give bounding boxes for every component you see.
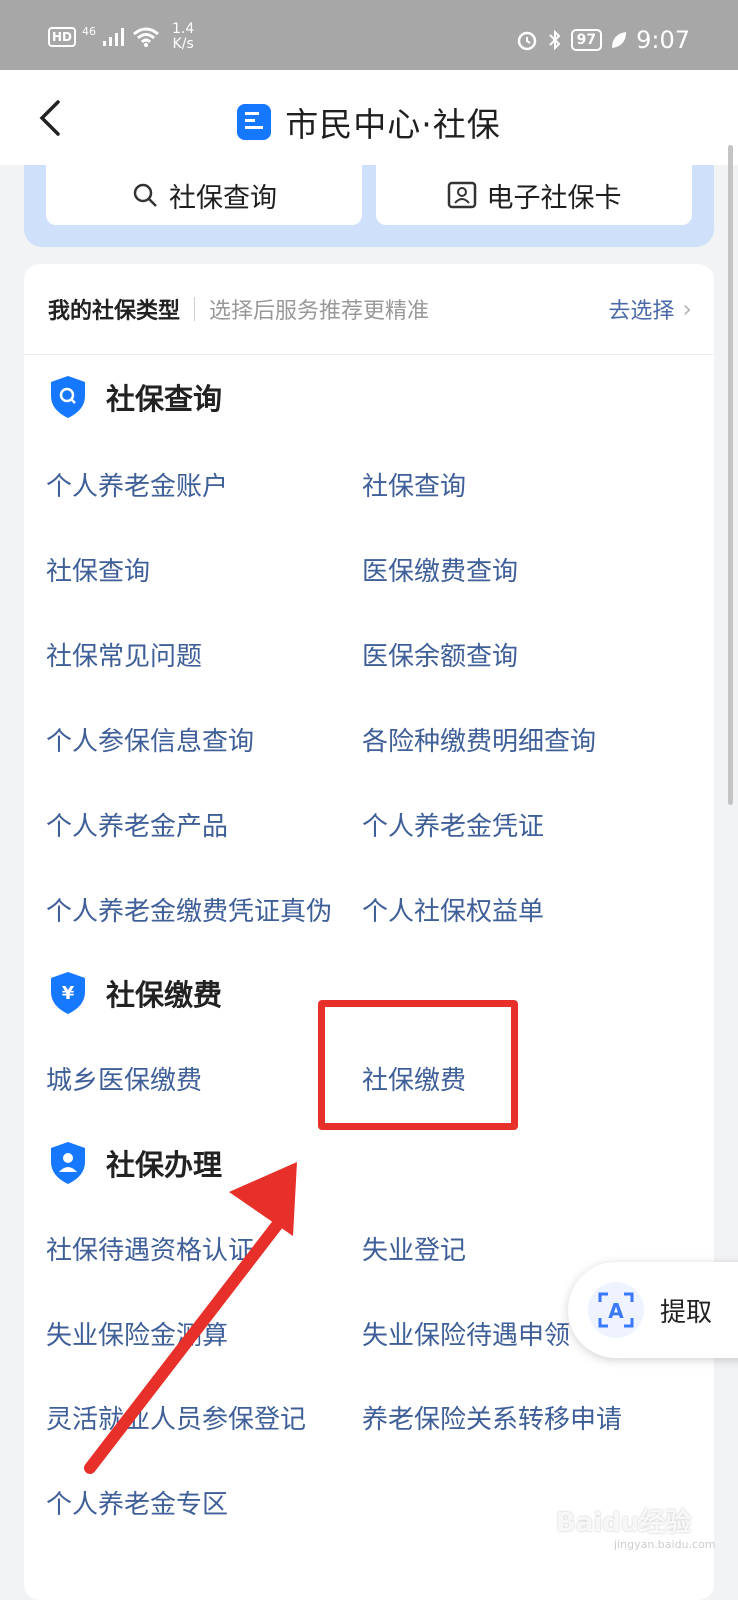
highlight-box [318,1000,518,1130]
service-link[interactable]: 社保查询 [362,466,466,503]
speed-unit: K/s [172,36,194,52]
svg-text:A: A [608,1299,624,1323]
app-header: 市民中心·社保 [0,70,738,165]
service-link[interactable]: 个人养老金账户 [46,466,228,503]
citizen-center-icon [237,104,272,140]
section-title: 社保查询 [106,382,223,416]
service-link[interactable]: 城乡医保缴费 [46,1060,202,1097]
service-link[interactable]: 个人养老金专区 [46,1484,228,1521]
service-link[interactable]: 失业保险待遇申领 [362,1315,570,1352]
title-wrap: 市民中心·社保 [0,98,738,146]
hd-indicator: HD [48,27,77,47]
person-shield-icon [51,1142,85,1184]
net-speed: 1.4 K/s [172,22,194,52]
section-header-payment: ¥ 社保缴费 [48,970,222,1016]
scrollbar[interactable] [728,145,733,805]
service-link[interactable]: 医保余额查询 [362,636,518,673]
yen-shield-icon: ¥ [51,972,85,1014]
service-link[interactable]: 灵活就业人员参保登记 [46,1399,306,1436]
service-link[interactable]: 个人参保信息查询 [46,721,254,758]
alarm-icon [517,31,536,51]
service-link[interactable]: 失业保险金测算 [46,1315,228,1352]
search-icon [133,183,157,207]
separator [194,297,196,321]
id-card-icon [447,181,476,209]
service-link[interactable]: 个人养老金缴费凭证真伪 [46,891,332,928]
service-link[interactable]: 个人养老金凭证 [362,806,544,843]
text-scan-icon: A [588,1282,644,1338]
service-link[interactable]: 个人社保权益单 [362,891,544,928]
leaf-icon [612,32,627,48]
network-type: 46 [82,24,97,38]
section-header-handle: 社保办理 [48,1140,222,1186]
services-card: 我的社保类型 选择后服务推荐更精准 去选择 › 社保查询 个人养老金账户 社保查… [24,264,714,1600]
service-link[interactable]: 医保缴费查询 [362,551,518,588]
search-shield-icon [51,376,85,418]
bluetooth-icon [548,29,561,51]
clock: 9:07 [636,26,690,54]
chevron-right-icon: › [682,295,692,323]
extract-text-button[interactable]: A 提取 [568,1262,738,1358]
e-social-card-button[interactable]: 电子社保卡 [376,165,692,225]
watermark: Baidu经验 [556,1508,692,1538]
svg-text:¥: ¥ [62,983,75,1004]
status-right: 97 9:07 [515,26,690,54]
watermark-url: jingyan.baidu.com [614,1538,716,1551]
service-link[interactable]: 养老保险关系转移申请 [362,1399,622,1436]
choose-link[interactable]: 去选择 [608,293,674,325]
extract-label: 提取 [660,1297,713,1328]
status-left: HD 46 1.4 K/s [48,22,194,52]
divider [24,354,714,355]
social-query-button[interactable]: 社保查询 [46,165,362,225]
service-link[interactable]: 社保查询 [46,551,150,588]
signal-icon [103,28,125,46]
section-header-query: 社保查询 [48,374,222,420]
speed-value: 1.4 [172,21,195,37]
section-title: 社保办理 [106,1148,223,1182]
social-query-label: 社保查询 [169,182,277,214]
service-link[interactable]: 个人养老金产品 [46,806,228,843]
status-bar: HD 46 1.4 K/s 97 9:07 [0,0,738,70]
social-type-hint: 选择后服务推荐更精准 [209,299,430,324]
service-link[interactable]: 社保常见问题 [46,636,202,673]
quick-actions-strip: 社保查询 电子社保卡 [24,165,714,247]
section-title: 社保缴费 [106,978,223,1012]
wifi-icon [133,27,159,47]
service-link[interactable]: 失业登记 [362,1230,466,1267]
service-link[interactable]: 各险种缴费明细查询 [362,721,596,758]
social-type-row[interactable]: 我的社保类型 选择后服务推荐更精准 去选择 › [48,288,692,330]
page-title: 市民中心·社保 [285,105,501,144]
social-type-label: 我的社保类型 [48,299,181,324]
battery-level: 97 [570,29,603,51]
service-link[interactable]: 社保待遇资格认证 [46,1230,254,1267]
e-social-card-label: 电子社保卡 [486,182,622,214]
